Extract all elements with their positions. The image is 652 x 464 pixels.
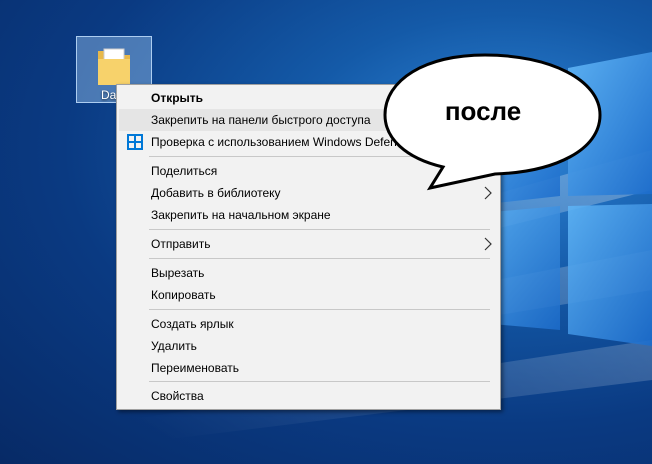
speech-bubble <box>383 53 602 191</box>
desktop: Da Открыть Закрепить на панели быстрого … <box>0 0 652 464</box>
speech-bubble-text: после <box>444 96 522 126</box>
